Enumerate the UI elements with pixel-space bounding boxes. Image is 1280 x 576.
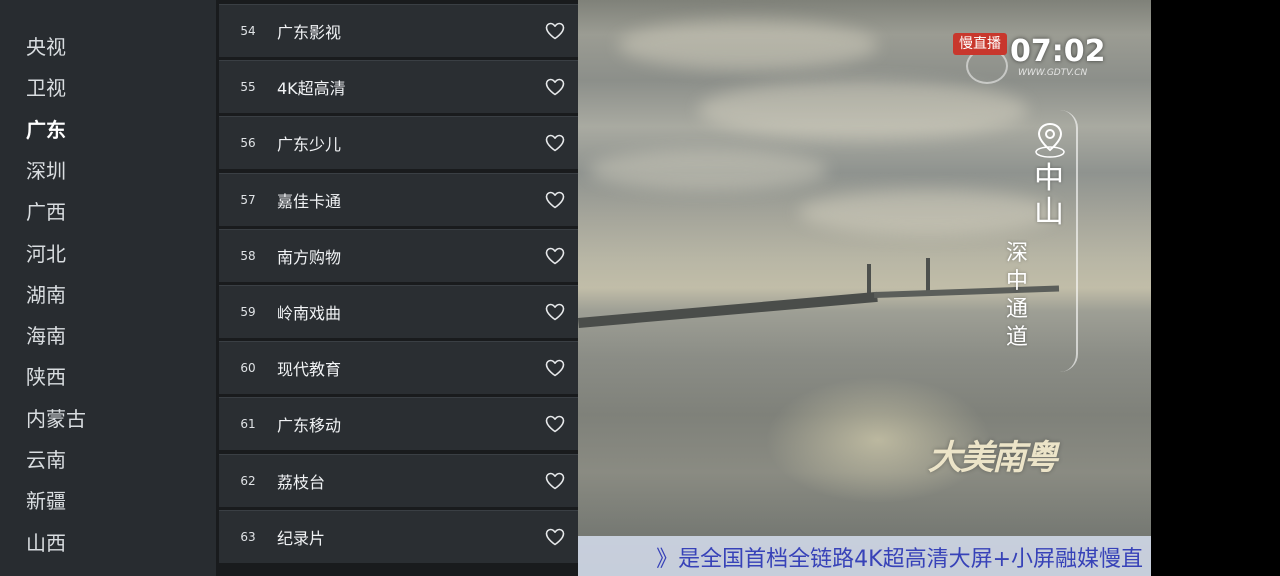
logo-url: WWW.GDTV.CN — [1018, 68, 1088, 78]
channel-row[interactable]: 54 广东影视 — [219, 4, 578, 57]
favorite-heart-icon[interactable] — [544, 20, 566, 42]
clock: 07:02 — [1010, 34, 1106, 69]
channel-name: 嘉佳卡通 — [277, 191, 342, 211]
channel-name: 广东影视 — [277, 23, 342, 42]
news-ticker: 》是全国首档全链路4K超高清大屏+小屏融媒慢直 — [578, 536, 1151, 576]
category-item[interactable]: 海南 — [26, 318, 66, 354]
channel-row[interactable]: 59 岭南戏曲 — [219, 285, 578, 338]
category-sidebar: 央视卫视广东深圳广西河北湖南海南陕西内蒙古云南新疆山西 — [0, 0, 216, 576]
channel-number: 58 — [240, 248, 256, 263]
bridge — [578, 291, 878, 328]
category-item[interactable]: 山西 — [26, 525, 66, 561]
video-player[interactable]: 慢直播 07:02 WWW.GDTV.CN 中山 深中通道 大美南粤 》是全国首… — [578, 0, 1151, 576]
location-subtitle-char: 深 — [1005, 241, 1028, 266]
category-item[interactable]: 新疆 — [26, 483, 66, 519]
live-badge: 慢直播 — [953, 33, 1007, 55]
location-pin-icon — [1035, 122, 1065, 158]
favorite-heart-icon[interactable] — [544, 189, 566, 211]
location-char: 山 — [1034, 195, 1064, 230]
live-badge-label: 慢直播 — [959, 36, 1001, 52]
channel-name: 现代教育 — [277, 360, 342, 380]
channel-name: 南方购物 — [277, 247, 342, 267]
favorite-heart-icon[interactable] — [544, 357, 566, 379]
channel-number: 57 — [240, 192, 256, 207]
category-item[interactable]: 湖南 — [26, 277, 66, 313]
channel-row[interactable]: 60 现代教育 — [219, 341, 578, 395]
channel-row[interactable]: 57 嘉佳卡通 — [219, 172, 578, 226]
category-item[interactable]: 内蒙古 — [26, 401, 86, 437]
category-item[interactable]: 广东 — [26, 112, 66, 148]
location-subtitle-char: 通 — [1005, 297, 1028, 322]
channel-number: 60 — [240, 361, 256, 376]
channel-number: 56 — [240, 136, 256, 151]
favorite-heart-icon[interactable] — [544, 132, 566, 154]
category-item[interactable]: 陕西 — [26, 359, 66, 395]
channel-name: 纪录片 — [277, 528, 326, 548]
channel-row[interactable]: 58 南方购物 — [219, 228, 578, 282]
category-item[interactable]: 卫视 — [26, 70, 66, 106]
ticker-text: 》是全国首档全链路4K超高清大屏+小屏融媒慢直 — [656, 547, 1143, 572]
category-item[interactable]: 央视 — [26, 29, 66, 65]
location-subtitle-char: 道 — [1005, 325, 1028, 350]
channel-number: 63 — [240, 529, 256, 544]
program-logo: 大美南粤 — [928, 438, 1058, 478]
favorite-heart-icon[interactable] — [544, 245, 566, 267]
channel-name: 岭南戏曲 — [277, 304, 342, 323]
location-subtitle-char: 中 — [1005, 269, 1028, 294]
channel-name: 广东移动 — [277, 416, 342, 436]
channel-name: 4K超高清 — [277, 79, 346, 99]
channel-number: 61 — [240, 417, 256, 432]
location-name: 中山 — [1031, 162, 1067, 230]
channel-row[interactable]: 55 4K超高清 — [219, 60, 578, 114]
favorite-heart-icon[interactable] — [544, 413, 566, 435]
channel-number: 54 — [240, 24, 256, 38]
favorite-heart-icon[interactable] — [544, 526, 566, 548]
channel-name: 荔枝台 — [277, 472, 326, 492]
location-subtitle: 深中通道 — [1002, 240, 1032, 352]
channel-row[interactable]: 56 广东少儿 — [219, 116, 578, 170]
category-item[interactable]: 河北 — [26, 236, 66, 272]
channel-row[interactable]: 62 荔枝台 — [219, 453, 578, 507]
category-item[interactable]: 云南 — [26, 442, 66, 478]
letterbox-right — [1151, 0, 1280, 576]
channel-number: 55 — [240, 80, 256, 95]
favorite-heart-icon[interactable] — [544, 470, 566, 492]
channel-number: 59 — [240, 305, 256, 319]
channel-number: 62 — [240, 473, 256, 488]
favorite-heart-icon[interactable] — [544, 301, 566, 323]
location-char: 中 — [1034, 161, 1064, 196]
category-item[interactable]: 深圳 — [26, 153, 66, 189]
category-item[interactable]: 广西 — [26, 194, 66, 230]
channel-list: 54 广东影视 55 4K超高清 56 广东少儿 57 嘉佳卡通 58 南方购物 59 岭南戏曲 60 现… — [216, 0, 578, 576]
channel-row[interactable]: 61 广东移动 — [219, 397, 578, 451]
channel-name: 广东少儿 — [277, 135, 342, 155]
favorite-heart-icon[interactable] — [544, 76, 566, 98]
channel-row[interactable]: 63 纪录片 — [219, 509, 578, 563]
